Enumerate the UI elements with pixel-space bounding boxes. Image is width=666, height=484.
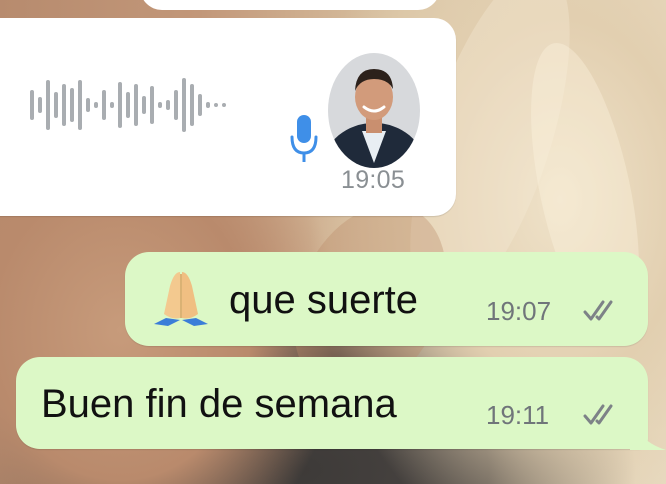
avatar-photo <box>328 53 420 168</box>
mic-icon <box>290 115 318 162</box>
double-check-icon <box>583 404 613 425</box>
audio-waveform[interactable] <box>30 70 260 140</box>
message-text: Buen fin de semana <box>41 382 397 426</box>
double-check-icon <box>583 300 613 321</box>
message-time: 19:11 <box>486 400 550 430</box>
message-time: 19:07 <box>486 296 552 326</box>
bubble-tail <box>630 410 666 450</box>
voice-message-time: 19:05 <box>341 166 406 194</box>
praying-hands-icon <box>154 272 208 326</box>
avatar[interactable] <box>328 53 420 168</box>
previous-message-bubble[interactable] <box>140 0 440 10</box>
message-text: que suerte <box>229 278 419 322</box>
